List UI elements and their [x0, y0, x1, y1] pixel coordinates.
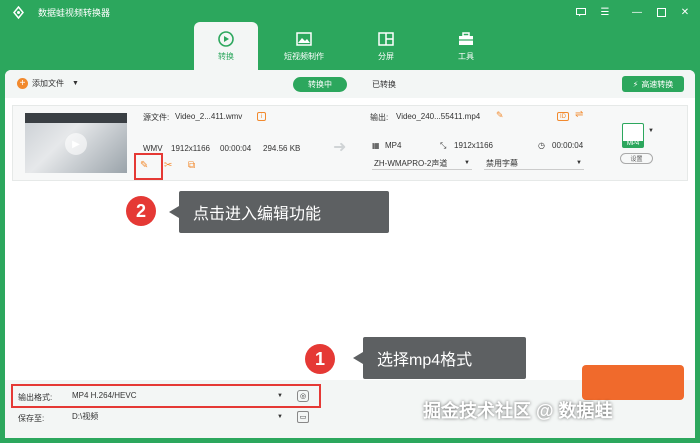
source-resolution: 1912x1166 [171, 144, 210, 153]
folder-icon[interactable]: ▭ [297, 411, 309, 423]
app-title: 数据蛙视频转换器 [38, 8, 111, 18]
fast-convert-button[interactable]: ⚡ 高速转换 [622, 76, 684, 92]
film-icon: ▦ [372, 141, 380, 150]
settings-button[interactable]: 设置 [620, 153, 653, 164]
chevron-down-icon: ▼ [576, 160, 582, 166]
add-file-button[interactable]: + 添加文件 ▼ [17, 78, 79, 89]
watermark: 掘金技术社区 @ 数据蛙 [423, 401, 613, 421]
subtitle-value: 禁用字幕 [486, 158, 518, 168]
clock-icon: ◷ [538, 141, 545, 150]
subtitle-select[interactable]: 禁用字幕 ▼ [484, 157, 584, 170]
output-label: 输出: [370, 113, 389, 122]
thumbnail-band [25, 113, 127, 123]
image-icon [296, 32, 312, 46]
tab-tools-label: 工具 [458, 52, 474, 61]
merge-icon[interactable]: ⇌ [575, 109, 583, 120]
tab-tools[interactable]: 工具 [434, 22, 498, 70]
highlight-edit-box [134, 153, 163, 180]
resize-icon: ⤡ [440, 141, 447, 150]
minimize-icon[interactable]: — [630, 5, 644, 19]
plus-icon: + [17, 78, 28, 89]
tab-convert-label: 转换 [218, 52, 234, 61]
tab-short-video[interactable]: 短视频制作 [272, 22, 336, 70]
convert-icon [218, 31, 234, 47]
tab-convert[interactable]: 转换 [194, 22, 258, 70]
arrow-right-icon: ➜ [333, 139, 347, 156]
info-icon[interactable]: i [257, 112, 266, 121]
enhance-icon[interactable]: ⧉ [188, 160, 195, 171]
chevron-down-icon: ▼ [277, 413, 283, 420]
menu-icon[interactable]: ☰ [598, 5, 612, 19]
chevron-down-icon[interactable]: ▼ [648, 128, 654, 134]
output-resolution: 1912x1166 [454, 141, 493, 150]
split-screen-icon [378, 32, 394, 46]
source-label: 源文件: [143, 113, 170, 122]
tab-split-screen-label: 分屏 [378, 52, 394, 61]
source-format: WMV [143, 144, 163, 153]
close-icon[interactable]: ✕ [678, 5, 692, 19]
fast-convert-label: 高速转换 [641, 79, 674, 89]
chevron-down-icon: ▼ [464, 160, 470, 166]
video-thumbnail[interactable]: ▶ [25, 113, 127, 173]
output-format-tag: MP4 [623, 141, 643, 147]
audio-track-select[interactable]: ZH-WMAPRO-2声道 ▼ [372, 157, 472, 170]
main-tabs: 转换 短视频制作 分屏 工具 [194, 22, 494, 70]
tab-converted[interactable]: 已转换 [364, 77, 404, 92]
step-2-badge: 2 [126, 196, 156, 226]
output-duration: 00:00:04 [552, 141, 584, 150]
toolbox-icon [459, 32, 473, 45]
output-format: MP4 [385, 141, 402, 150]
step-1-badge: 1 [305, 344, 335, 374]
tab-short-video-label: 短视频制作 [284, 52, 324, 61]
play-icon[interactable]: ▶ [65, 133, 87, 155]
step-1-tooltip: 选择mp4格式 [353, 337, 526, 379]
rename-pencil-icon[interactable]: ✎ [496, 110, 504, 121]
highlight-format-box [11, 384, 321, 408]
source-size: 294.56 KB [263, 144, 301, 153]
source-duration: 00:00:04 [220, 144, 252, 153]
save-path-value: D:\视频 [72, 412, 99, 421]
convert-all-button[interactable] [582, 365, 684, 400]
maximize-icon[interactable] [654, 5, 668, 19]
source-filename: Video_2...411.wmv [175, 112, 243, 121]
ids-icon[interactable]: ID [557, 112, 569, 121]
toolbar [5, 70, 695, 98]
chevron-down-icon[interactable]: ▼ [72, 80, 79, 87]
app-logo-icon [13, 6, 24, 19]
lightning-icon: ⚡ [632, 79, 639, 89]
output-filename: Video_240...55411.mp4 [396, 112, 481, 121]
save-path-select[interactable]: D:\视频 ▼ [70, 410, 285, 423]
output-format-icon[interactable]: MP4 [622, 123, 644, 148]
title-bar: 数据蛙视频转换器 ☰ — ✕ [0, 0, 700, 24]
cut-icon[interactable]: ✂ [164, 160, 172, 171]
step-2-tooltip: 点击进入编辑功能 [169, 191, 389, 233]
save-to-label: 保存至: [18, 414, 45, 423]
tab-converting[interactable]: 转换中 [293, 77, 347, 92]
tab-split-screen[interactable]: 分屏 [354, 22, 418, 70]
feedback-icon[interactable] [574, 5, 588, 19]
add-file-label: 添加文件 [32, 79, 64, 88]
audio-track-value: ZH-WMAPRO-2声道 [374, 158, 448, 168]
